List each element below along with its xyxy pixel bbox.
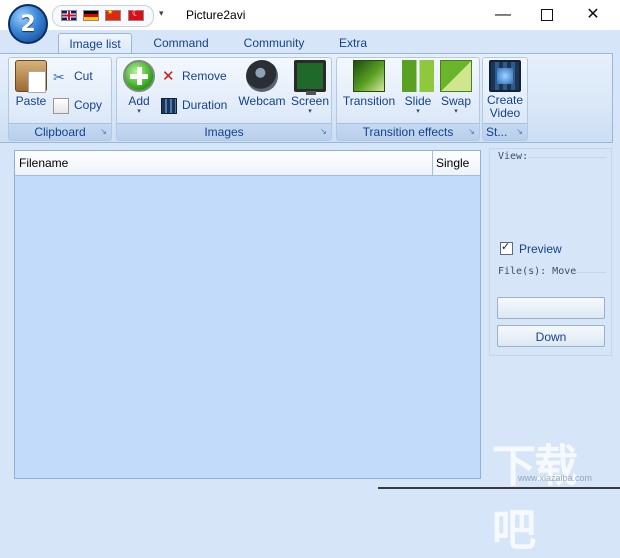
clipboard-group: Paste Cut Copy Clipboard ↘ (8, 57, 112, 141)
side-panel: View: Preview File(s): Move Down (489, 148, 612, 356)
copy-button[interactable]: Copy (53, 95, 102, 115)
duration-button[interactable]: Duration (161, 95, 227, 115)
swap-label: Swap (440, 94, 472, 108)
watermark: 下载吧 www.xiazaiba.com (492, 430, 614, 556)
start-group: Create Video St... ↘ (482, 57, 528, 141)
window-title: Picture2avi (186, 8, 246, 22)
remove-button[interactable]: Remove (161, 66, 227, 87)
file-list-header: Filename Single (15, 151, 480, 176)
swap-icon (440, 60, 472, 92)
create-video-button[interactable]: Create Video (483, 60, 527, 120)
images-group-label: Images (117, 123, 331, 140)
paste-icon (15, 60, 47, 93)
paste-label: Paste (15, 94, 47, 108)
add-icon (123, 60, 155, 92)
screen-dropdown-arrow-icon: ▾ (308, 108, 312, 115)
maximize-button[interactable] (524, 0, 570, 30)
customize-toolbar-arrow-icon[interactable]: ▾ (159, 8, 164, 19)
tab-community[interactable]: Community (236, 33, 312, 53)
column-header-single[interactable]: Single (436, 156, 469, 170)
add-button[interactable]: Add ▾ (121, 60, 157, 116)
paste-button[interactable]: Paste (13, 60, 49, 108)
germany-flag-icon[interactable] (83, 10, 99, 21)
slide-label: Slide (404, 94, 432, 108)
app-logo-text: 2 (20, 12, 36, 37)
move-up-button[interactable] (497, 297, 605, 319)
transition-effects-group-label: Transition effects (337, 123, 479, 140)
images-group: Add ▾ Remove Duration Webcam Screen ▾ Im… (116, 57, 332, 141)
ribbon-tab-row: Image list Command Community Extra (0, 30, 620, 54)
tab-extra[interactable]: Extra (332, 33, 374, 53)
video-film-icon (489, 60, 521, 92)
webcam-label: Webcam (238, 94, 286, 108)
files-move-section-divider (576, 272, 606, 273)
watermark-url: www.xiazaiba.com (518, 473, 593, 483)
quick-access-toolbar (52, 5, 154, 27)
china-flag-icon[interactable] (105, 8, 121, 21)
title-bar: ▾ Picture2avi — ✕ (0, 0, 620, 31)
turkey-flag-icon[interactable] (128, 8, 144, 21)
slide-dropdown-arrow-icon: ▾ (416, 108, 420, 115)
transition-effects-launcher-icon[interactable]: ↘ (467, 128, 476, 137)
images-launcher-icon[interactable]: ↘ (319, 128, 328, 137)
watermark-text: 下载吧 (492, 441, 578, 556)
slide-button[interactable]: Slide ▾ (399, 60, 437, 116)
remove-label: Remove (182, 69, 227, 83)
slide-icon (402, 60, 434, 92)
file-list[interactable]: Filename Single (14, 150, 481, 479)
uk-flag-icon[interactable] (61, 10, 77, 21)
scissors-icon (53, 67, 69, 87)
clipboard-group-label: Clipboard (9, 123, 111, 140)
transition-icon (353, 60, 385, 92)
close-button[interactable]: ✕ (570, 0, 616, 30)
view-section-label: View: (498, 151, 529, 162)
film-strip-icon (161, 97, 177, 114)
tab-command[interactable]: Command (145, 33, 217, 53)
create-video-label-line2: Video (489, 106, 521, 120)
webcam-button[interactable]: Webcam (237, 60, 287, 108)
cut-label: Cut (74, 69, 93, 83)
swap-button[interactable]: Swap ▾ (437, 60, 475, 116)
ribbon: Paste Cut Copy Clipboard ↘ Add ▾ Remove … (0, 53, 613, 143)
transition-button[interactable]: Transition (339, 60, 399, 108)
start-launcher-icon[interactable]: ↘ (515, 128, 524, 137)
app-logo[interactable]: 2 (8, 4, 48, 44)
screen-label: Screen (290, 94, 330, 108)
screen-button[interactable]: Screen ▾ (287, 60, 333, 116)
files-move-section-label: File(s): Move (498, 266, 577, 277)
preview-checkbox[interactable] (500, 239, 513, 255)
move-down-button[interactable]: Down (497, 325, 605, 347)
copy-icon (53, 97, 69, 114)
copy-label: Copy (74, 98, 103, 112)
column-header-filename[interactable]: Filename (19, 156, 68, 170)
duration-label: Duration (182, 98, 228, 112)
add-dropdown-arrow-icon: ▾ (137, 108, 141, 115)
view-section-divider (528, 157, 606, 158)
monitor-icon (294, 60, 326, 95)
transition-effects-group: Transition Slide ▾ Swap ▾ Transition eff… (336, 57, 480, 141)
transition-label: Transition (342, 94, 396, 108)
cut-button[interactable]: Cut (53, 66, 93, 87)
window-edge-divider (378, 487, 620, 489)
minimize-button[interactable]: — (480, 0, 526, 30)
clipboard-launcher-icon[interactable]: ↘ (99, 128, 108, 137)
add-label: Add (128, 94, 150, 108)
maximize-icon (541, 8, 553, 21)
swap-dropdown-arrow-icon: ▾ (454, 108, 458, 115)
remove-icon (161, 67, 177, 87)
preview-label: Preview (519, 242, 562, 256)
webcam-icon (246, 60, 278, 92)
column-divider[interactable] (432, 151, 433, 175)
preview-checkbox-row[interactable]: Preview (500, 239, 562, 257)
tab-image-list[interactable]: Image list (58, 33, 132, 54)
